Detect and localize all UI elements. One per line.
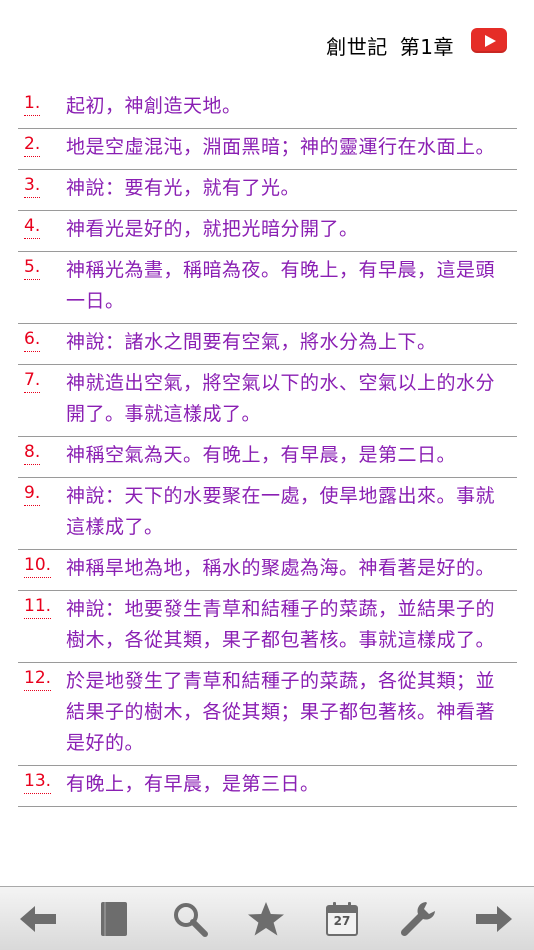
- verse-row[interactable]: 9. 神說：天下的水要聚在一處，使旱地露出來。事就這樣成了。: [18, 478, 517, 550]
- verse-text: 神說：天下的水要聚在一處，使旱地露出來。事就這樣成了。: [66, 485, 496, 538]
- verse-row[interactable]: 5. 神稱光為晝，稱暗為夜。有晚上，有早晨，這是頭一日。: [18, 252, 517, 324]
- verse-text: 神就造出空氣，將空氣以下的水、空氣以上的水分開了。事就這樣成了。: [66, 372, 496, 425]
- play-icon: [485, 35, 496, 47]
- verse-text: 神看光是好的，就把光暗分開了。: [66, 218, 359, 240]
- verse-number[interactable]: 2.: [24, 132, 41, 157]
- forward-button[interactable]: [456, 887, 532, 950]
- search-button[interactable]: [152, 887, 228, 950]
- verse-text: 起初，神創造天地。: [66, 95, 242, 117]
- bookshelf-button[interactable]: [76, 887, 152, 950]
- verse-text: 神稱光為晝，稱暗為夜。有晚上，有早晨，這是頭一日。: [66, 259, 496, 312]
- back-button[interactable]: [0, 887, 76, 950]
- verse-number[interactable]: 3.: [24, 173, 41, 198]
- calendar-button[interactable]: 27: [304, 887, 380, 950]
- verse-row[interactable]: 3. 神說：要有光，就有了光。: [18, 170, 517, 211]
- verse-text: 神說：諸水之間要有空氣，將水分為上下。: [66, 331, 437, 353]
- verse-row[interactable]: 6. 神說：諸水之間要有空氣，將水分為上下。: [18, 324, 517, 365]
- verse-number[interactable]: 10.: [24, 553, 52, 578]
- verse-row[interactable]: 1. 起初，神創造天地。: [18, 88, 517, 129]
- verse-row[interactable]: 13. 有晚上，有早晨，是第三日。: [18, 766, 517, 807]
- bookmark-button[interactable]: [228, 887, 304, 950]
- settings-button[interactable]: [380, 887, 456, 950]
- bottom-toolbar: 27: [0, 886, 534, 950]
- verse-text: 神說：要有光，就有了光。: [66, 177, 301, 199]
- book-icon: [101, 902, 127, 936]
- verse-number[interactable]: 6.: [24, 327, 41, 352]
- chapter-number: 第1章: [399, 35, 454, 59]
- search-icon: [174, 903, 208, 937]
- verse-number[interactable]: 4.: [24, 214, 41, 239]
- back-arrow-icon: [20, 906, 56, 932]
- youtube-button[interactable]: [471, 28, 507, 53]
- verse-row[interactable]: 10. 神稱旱地為地，稱水的聚處為海。神看著是好的。: [18, 550, 517, 591]
- verse-list[interactable]: 1. 起初，神創造天地。 2. 地是空虛混沌，淵面黑暗；神的靈運行在水面上。 3…: [0, 88, 534, 886]
- verse-row[interactable]: 8. 神稱空氣為天。有晚上，有早晨，是第二日。: [18, 437, 517, 478]
- verse-text: 神說：地要發生青草和結種子的菜蔬，並結果子的樹木，各從其類，果子都包著核。事就這…: [66, 598, 496, 651]
- chapter-header: 創世記 第1章: [0, 0, 534, 88]
- chapter-title[interactable]: 創世記 第1章: [326, 31, 454, 60]
- verse-number[interactable]: 1.: [24, 91, 41, 116]
- verse-row[interactable]: 11. 神說：地要發生青草和結種子的菜蔬，並結果子的樹木，各從其類，果子都包著核…: [18, 591, 517, 663]
- forward-arrow-icon: [476, 906, 512, 932]
- verse-number[interactable]: 5.: [24, 255, 41, 280]
- book-name: 創世記: [326, 35, 388, 59]
- verse-number[interactable]: 12.: [24, 666, 52, 691]
- calendar-day: 27: [333, 914, 351, 928]
- verse-number[interactable]: 9.: [24, 481, 41, 506]
- verse-number[interactable]: 13.: [24, 769, 52, 794]
- verse-row[interactable]: 7. 神就造出空氣，將空氣以下的水、空氣以上的水分開了。事就這樣成了。: [18, 365, 517, 437]
- verse-number[interactable]: 7.: [24, 368, 41, 393]
- star-icon: [248, 902, 284, 936]
- verse-number[interactable]: 11.: [24, 594, 52, 619]
- wrench-icon: [400, 902, 435, 937]
- verse-row[interactable]: 12. 於是地發生了青草和結種子的菜蔬，各從其類；並結果子的樹木，各從其類；果子…: [18, 663, 517, 766]
- verse-text: 神稱空氣為天。有晚上，有早晨，是第二日。: [66, 444, 457, 466]
- verse-text: 地是空虛混沌，淵面黑暗；神的靈運行在水面上。: [66, 136, 496, 158]
- verse-number[interactable]: 8.: [24, 440, 41, 465]
- verse-text: 神稱旱地為地，稱水的聚處為海。神看著是好的。: [66, 557, 496, 579]
- verse-text: 有晚上，有早晨，是第三日。: [66, 773, 320, 795]
- verse-text: 於是地發生了青草和結種子的菜蔬，各從其類；並結果子的樹木，各從其類；果子都包著核…: [66, 670, 496, 754]
- verse-row[interactable]: 4. 神看光是好的，就把光暗分開了。: [18, 211, 517, 252]
- verse-row[interactable]: 2. 地是空虛混沌，淵面黑暗；神的靈運行在水面上。: [18, 129, 517, 170]
